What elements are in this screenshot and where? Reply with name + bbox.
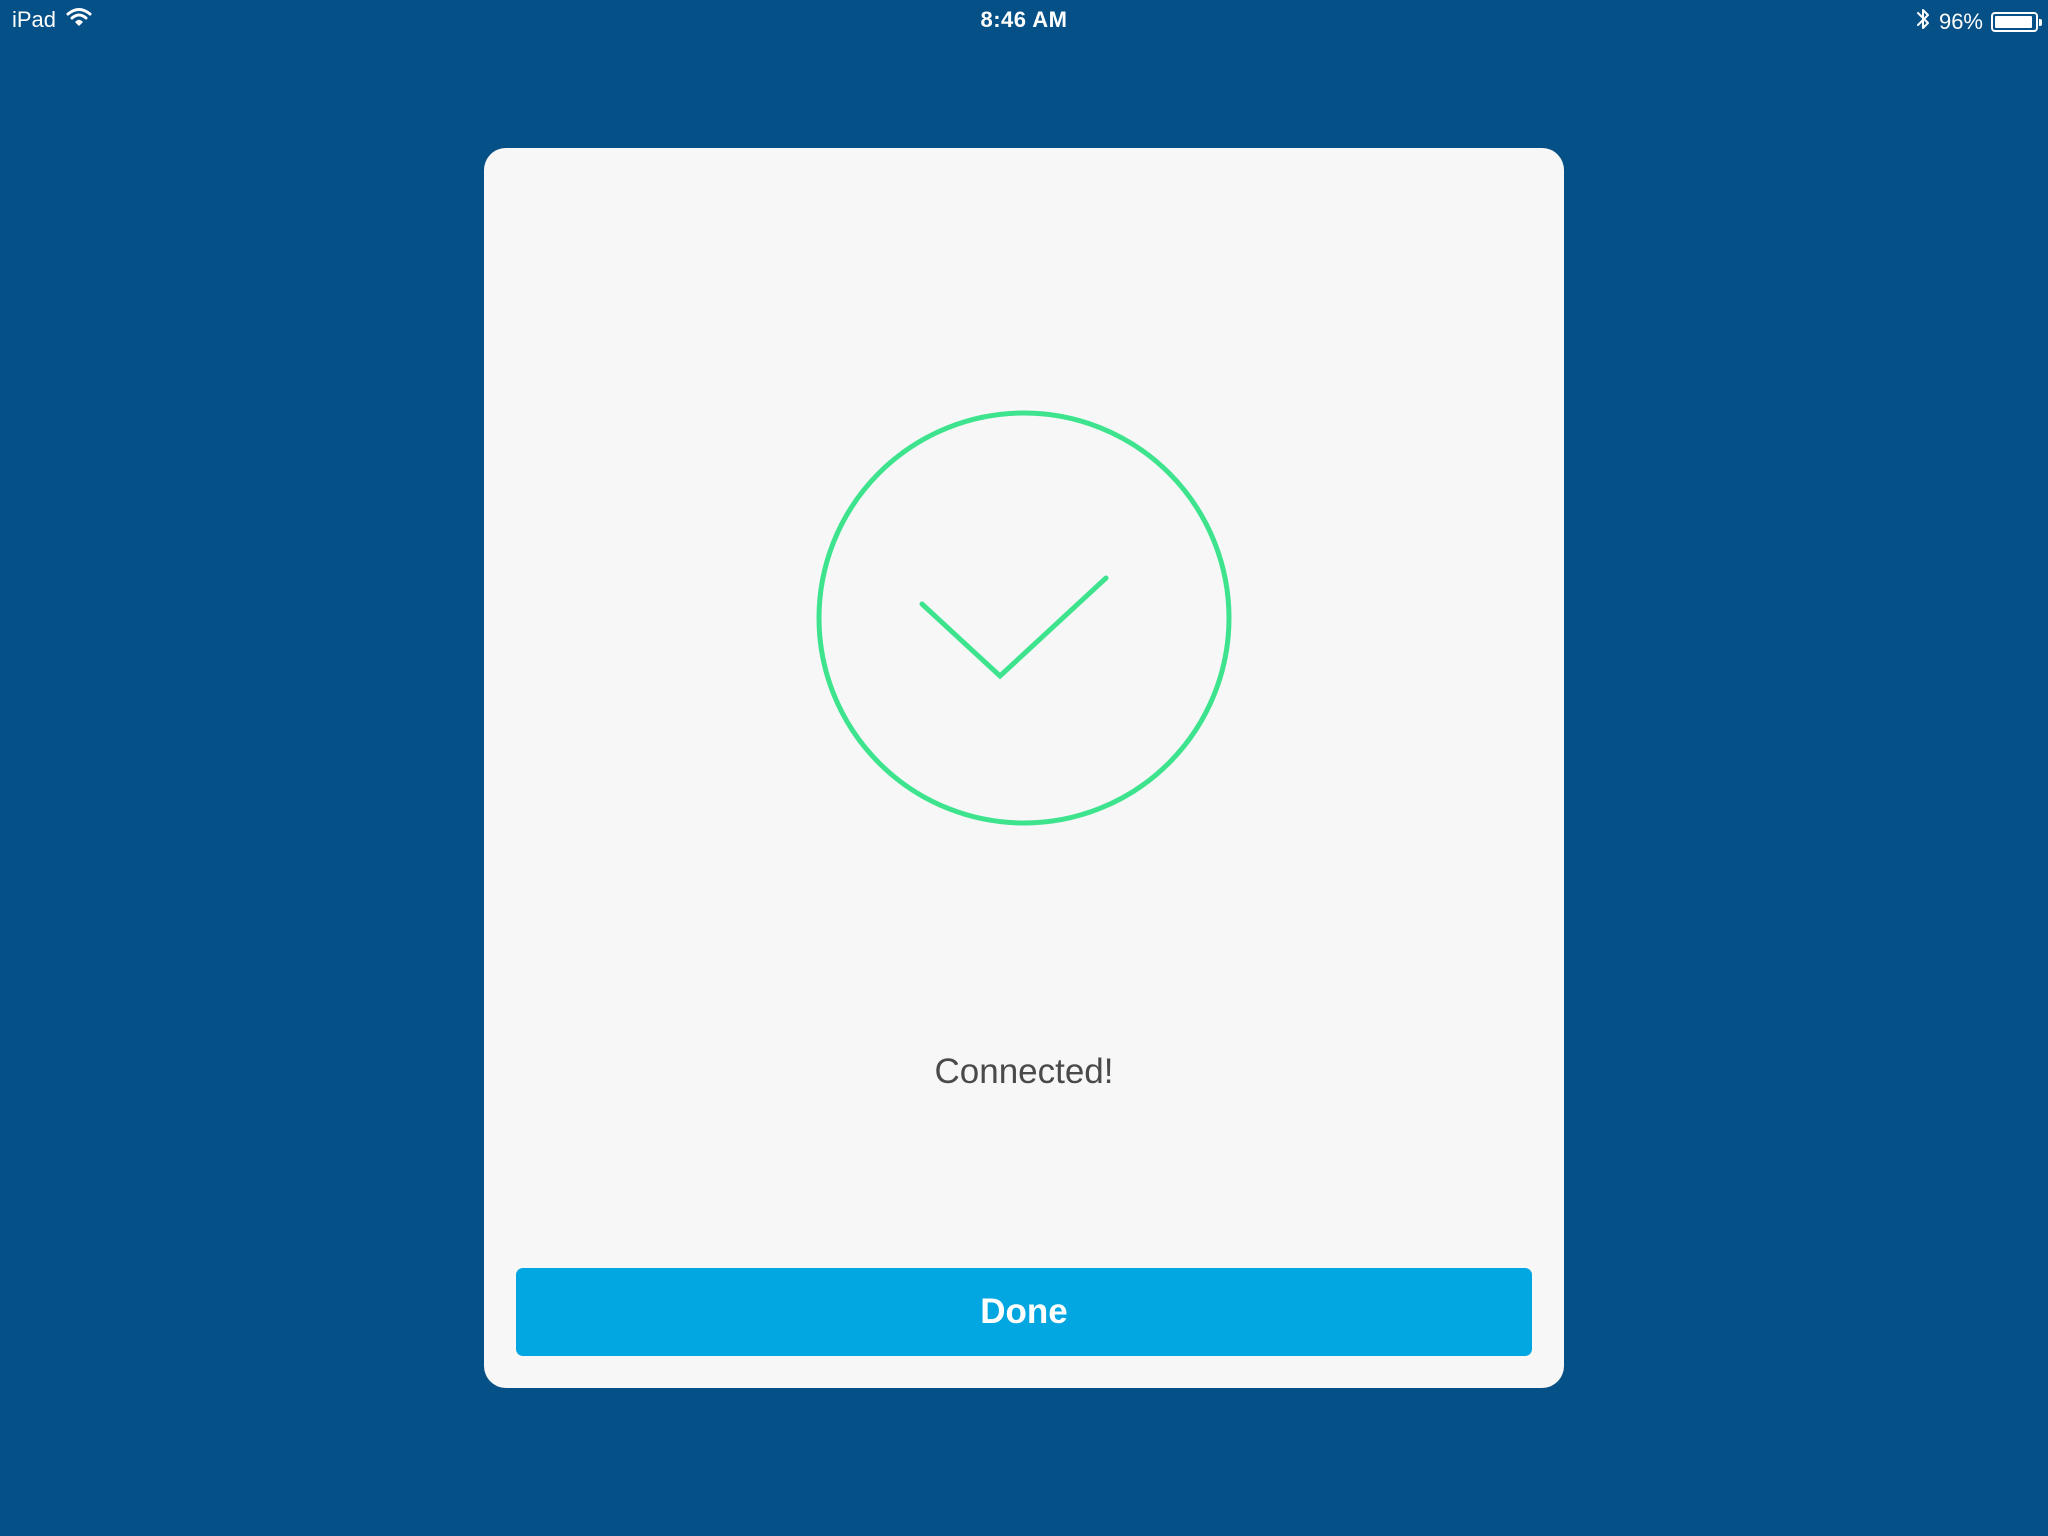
check-circle-ring: [816, 410, 1232, 826]
connection-status-message: Connected!: [934, 1052, 1114, 1091]
status-time: 8:46 AM: [980, 7, 1068, 32]
check-mark: [919, 575, 1109, 680]
connection-dialog: Connected! Done: [484, 148, 1564, 1388]
battery-percent: 96%: [1938, 9, 1983, 34]
status-bar: iPad 8:46 AM 96%: [0, 0, 2048, 42]
done-button[interactable]: Done: [516, 1268, 1532, 1356]
bluetooth-icon: [1915, 6, 1931, 38]
battery-level: [1995, 16, 2033, 28]
check-circle-icon: [816, 410, 1232, 826]
battery-icon: [1991, 12, 2042, 32]
status-right: 96%: [1915, 6, 2042, 38]
